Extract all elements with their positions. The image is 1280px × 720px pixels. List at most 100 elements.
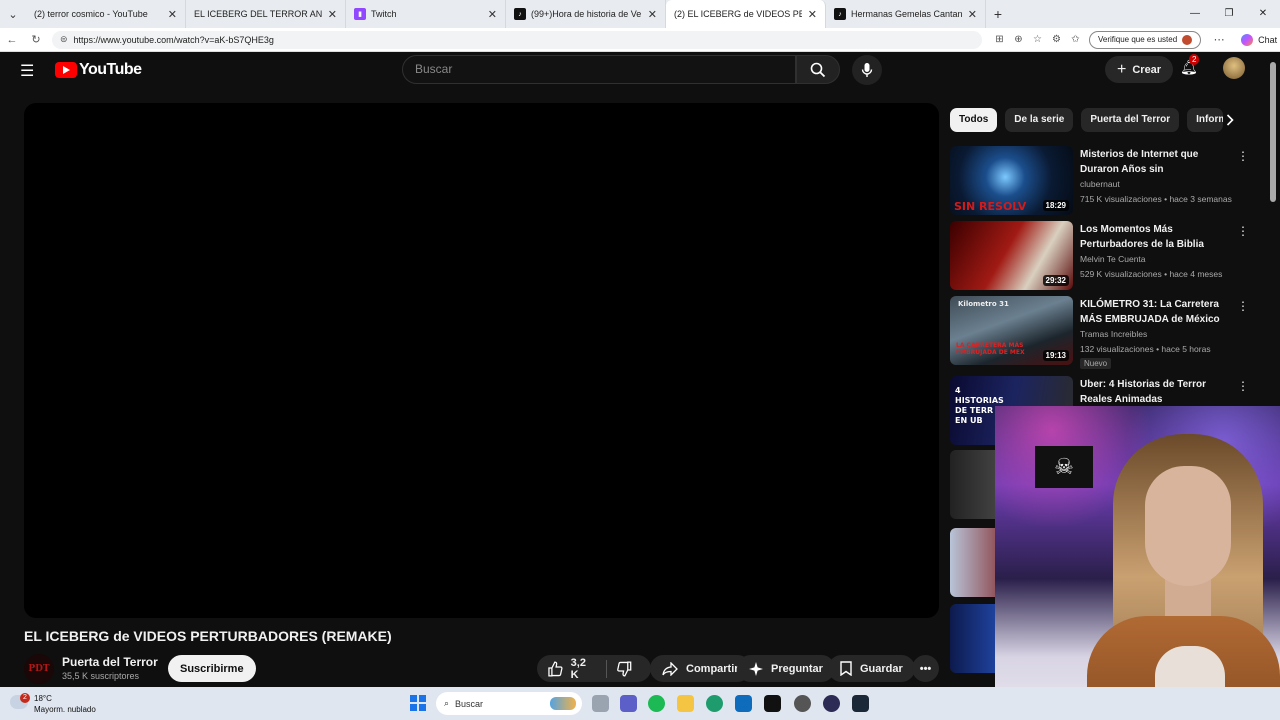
tiktok-icon: ♪ (834, 8, 846, 20)
more-vertical-icon[interactable]: ⋮ (1237, 224, 1249, 238)
chip-todos[interactable]: Todos (950, 108, 998, 132)
task-view-icon[interactable] (592, 695, 609, 712)
screen: ⌄ ▶ (2) terror cosmico - YouTube ✕ ▶ EL … (0, 0, 1280, 720)
thumbs-down-icon[interactable] (617, 661, 633, 677)
video-title: EL ICEBERG de VIDEOS PERTURBADORES (REMA… (24, 628, 392, 644)
back-arrow-icon[interactable]: ← (0, 34, 24, 46)
thumbs-up-icon[interactable] (547, 661, 563, 677)
teams-icon[interactable] (620, 695, 637, 712)
chip-de-la-serie[interactable]: De la serie (1005, 108, 1074, 132)
close-tab-icon[interactable]: ✕ (648, 8, 657, 21)
copilot-chat-button[interactable]: Chat (1241, 33, 1277, 46)
browser-tab[interactable]: ▶ EL ICEBERG DEL TERROR ANALÓG ✕ (186, 0, 346, 64)
maximize-icon[interactable]: ❐ (1212, 0, 1246, 28)
close-window-icon[interactable]: ✕ (1246, 0, 1280, 28)
zoom-icon[interactable]: ⊕ (1009, 34, 1028, 45)
recommendation-title[interactable]: Misterios de Internet que Duraron Años s… (1080, 147, 1230, 177)
youtube-logo[interactable]: YouTube (55, 61, 142, 79)
like-count[interactable]: 3,2 K (571, 657, 597, 681)
site-info-icon[interactable]: ⊜ (60, 34, 68, 45)
taskbar-search[interactable]: ⌕ Buscar (436, 692, 582, 715)
video-thumbnail[interactable]: SIN RESOLV 18:29 (950, 146, 1073, 215)
scrollbar-thumb[interactable] (1270, 62, 1276, 202)
search-highlight-icon (550, 697, 576, 710)
copilot-icon (1241, 33, 1254, 46)
more-actions-button[interactable]: ••• (912, 655, 939, 682)
more-options-icon[interactable]: ⋯ (1207, 33, 1231, 46)
close-tab-icon[interactable]: ✕ (328, 8, 337, 21)
browser-tab[interactable]: ♪ (99+)Hora de historia de Venezue ✕ (506, 0, 666, 28)
app-available-icon[interactable]: ⊞ (990, 34, 1009, 45)
filter-chips: Todos De la serie Puerta del Terror Info… (950, 108, 1231, 133)
verify-identity-button[interactable]: Verifique que es usted (1089, 30, 1202, 49)
weather-widget[interactable]: 2 18°C Mayorm. nublado (10, 693, 96, 715)
mail-icon[interactable] (735, 695, 752, 712)
browser-tab[interactable]: ▶ (2) terror cosmico - YouTube ✕ (26, 0, 186, 64)
browser-tab[interactable]: ▮ Twitch ✕ (346, 0, 506, 28)
account-avatar[interactable] (1223, 57, 1245, 79)
weather-condition: Mayorm. nublado (34, 705, 96, 714)
close-tab-icon[interactable]: ✕ (488, 8, 497, 21)
video-thumbnail[interactable]: 29:32 (950, 221, 1073, 290)
recommendation-item[interactable]: Kilometro 31 LA CARRETERA MÁS EMBRUJADA … (950, 296, 1250, 369)
recommendation-title[interactable]: Los Momentos Más Perturbadores de la Bib… (1080, 222, 1230, 252)
taskbar-search-label: Buscar (455, 698, 484, 709)
recommendation-title[interactable]: KILÓMETRO 31: La Carretera MÁS EMBRUJADA… (1080, 297, 1230, 327)
close-tab-icon[interactable]: ✕ (168, 8, 177, 21)
steam-icon[interactable] (852, 695, 869, 712)
close-tab-icon[interactable]: ✕ (968, 8, 977, 21)
windows-taskbar: 2 18°C Mayorm. nublado ⌕ Buscar (0, 687, 1280, 720)
twitch-icon: ▮ (354, 8, 366, 20)
favorite-star-icon[interactable]: ☆ (1028, 34, 1047, 45)
video-thumbnail[interactable]: Kilometro 31 LA CARRETERA MÁS EMBRUJADA … (950, 296, 1073, 365)
spotify-icon[interactable] (648, 695, 665, 712)
github-icon[interactable] (794, 695, 811, 712)
microphone-icon (861, 63, 873, 77)
reload-icon[interactable]: ↻ (24, 33, 48, 46)
recommendation-item[interactable]: SIN RESOLV 18:29 Misterios de Internet q… (950, 146, 1250, 216)
video-player[interactable] (24, 103, 939, 618)
browser-tab[interactable]: ♪ Hermanas Gemelas Cantan en la C ✕ (826, 0, 986, 28)
share-label: Compartir (686, 662, 739, 675)
voice-search-button[interactable] (852, 55, 882, 85)
recommendation-item[interactable]: 29:32 Los Momentos Más Perturbadores de … (950, 221, 1250, 291)
address-bar[interactable]: ⊜ https://www.youtube.com/watch?v=aK-bS7… (52, 30, 982, 49)
media-player-icon[interactable] (823, 695, 840, 712)
recommendation-channel[interactable]: Tramas Increibles (1080, 329, 1147, 339)
tab-title: (2) terror cosmico - YouTube (34, 9, 148, 19)
subscribe-button[interactable]: Suscribirme (168, 655, 256, 682)
weather-badge: 2 (20, 693, 30, 703)
more-vertical-icon[interactable]: ⋮ (1237, 149, 1249, 163)
browser-tab-active[interactable]: ▶ (2) EL ICEBERG de VIDEOS PERTUR ✕ (666, 0, 826, 64)
recommendation-title[interactable]: Uber: 4 Historias de Terror Reales Anima… (1080, 377, 1230, 407)
recommendation-channel[interactable]: clubernaut (1080, 179, 1120, 189)
favorites-list-icon[interactable]: ✩ (1066, 34, 1085, 45)
search-input[interactable]: Buscar (402, 55, 796, 84)
create-button[interactable]: + Crear (1105, 56, 1174, 83)
file-explorer-icon[interactable] (677, 695, 694, 712)
tab-list-chevron-icon[interactable]: ⌄ (0, 0, 26, 28)
share-icon (662, 661, 678, 676)
minimize-icon[interactable]: — (1178, 0, 1212, 28)
chips-next-button[interactable] (1218, 108, 1242, 132)
channel-avatar[interactable]: PDT (24, 654, 54, 684)
recommendation-channel[interactable]: Melvin Te Cuenta (1080, 254, 1146, 264)
save-button[interactable]: Guardar (828, 655, 915, 682)
capcut-icon[interactable] (764, 695, 781, 712)
close-tab-icon[interactable]: ✕ (808, 8, 817, 21)
channel-name[interactable]: Puerta del Terror (62, 655, 158, 669)
windows-start-icon[interactable] (410, 695, 426, 711)
menu-hamburger-icon[interactable]: ☰ (20, 61, 34, 81)
search-button[interactable] (796, 55, 840, 84)
notifications-button[interactable]: 🔔︎ 2 (1180, 54, 1200, 76)
more-vertical-icon[interactable]: ⋮ (1237, 379, 1249, 393)
more-vertical-icon[interactable]: ⋮ (1237, 299, 1249, 313)
edge-icon[interactable] (706, 695, 723, 712)
new-tab-plus-icon[interactable]: + (986, 6, 1010, 22)
chip-channel[interactable]: Puerta del Terror (1081, 108, 1180, 132)
tab-title: (99+)Hora de historia de Venezue (531, 9, 642, 19)
upload-age: hace 3 semanas (1169, 194, 1232, 204)
share-button[interactable]: Compartir (650, 655, 751, 682)
extensions-icon[interactable]: ⚙ (1047, 34, 1066, 45)
ask-button[interactable]: Preguntar (737, 655, 835, 682)
